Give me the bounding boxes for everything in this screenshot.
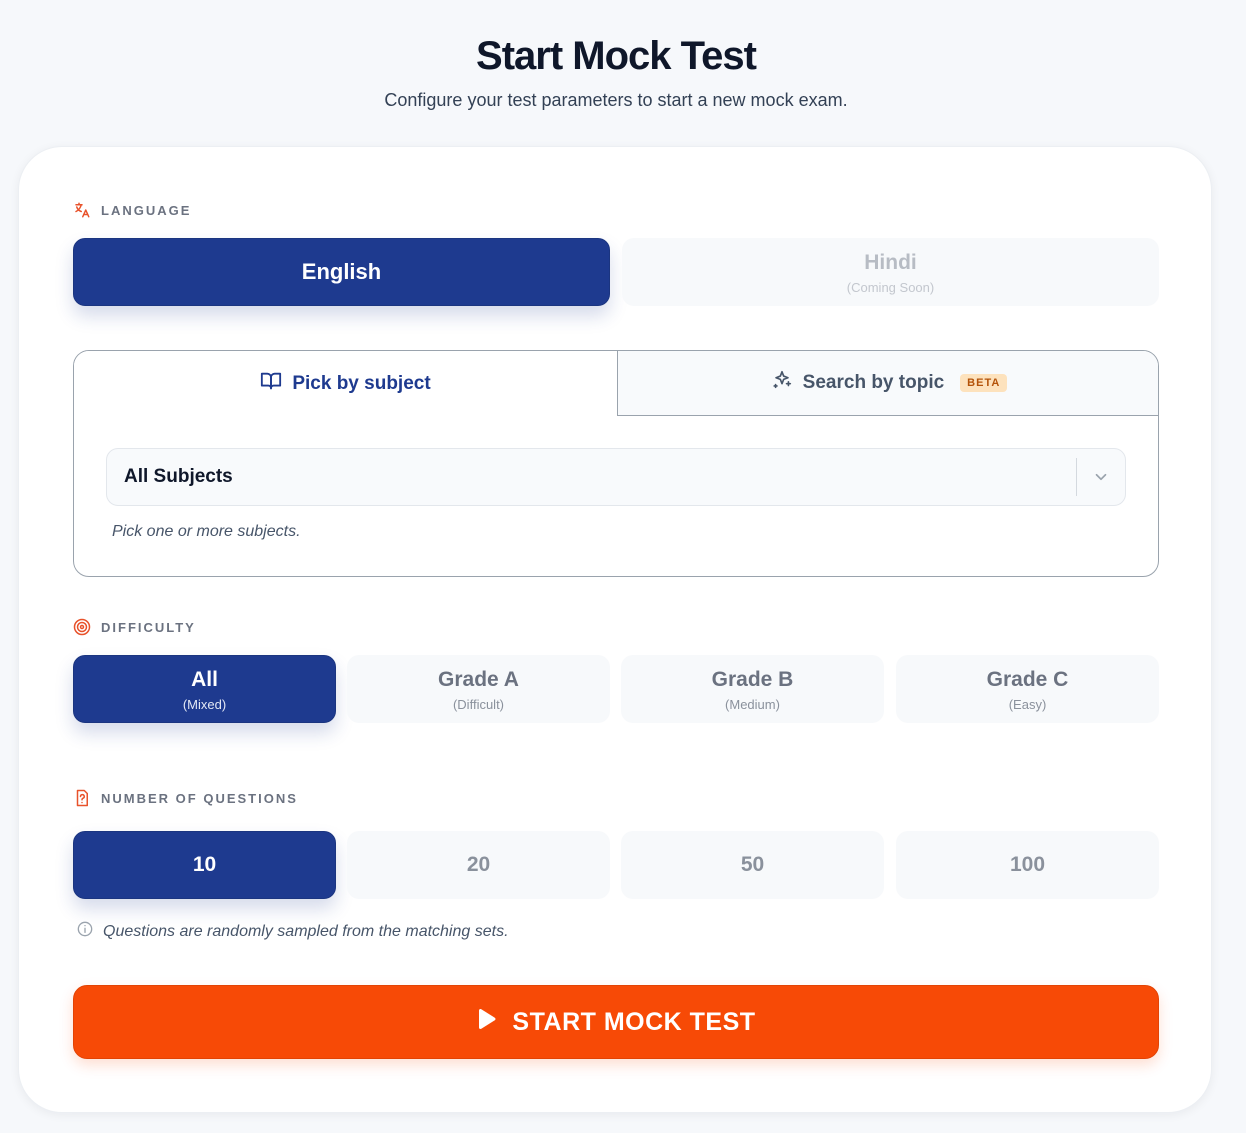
subject-select[interactable]: All Subjects bbox=[106, 448, 1126, 506]
sparkles-icon bbox=[771, 369, 793, 397]
start-mock-test-button[interactable]: START MOCK TEST bbox=[73, 985, 1159, 1059]
question-count-option-20[interactable]: 20 bbox=[347, 831, 610, 899]
question-count-option-label: 50 bbox=[740, 853, 765, 877]
difficulty-option-sub: (Medium) bbox=[725, 697, 780, 713]
language-label-text: LANGUAGE bbox=[101, 202, 192, 218]
play-icon bbox=[476, 1007, 498, 1038]
difficulty-option-sub: (Difficult) bbox=[452, 697, 505, 713]
tab-label: Pick by subject bbox=[292, 372, 431, 394]
tab-pick-by-subject[interactable]: Pick by subject bbox=[74, 351, 617, 416]
target-icon bbox=[73, 618, 91, 636]
subject-helper-text: Pick one or more subjects. bbox=[112, 523, 301, 540]
difficulty-option-grade-c[interactable]: Grade C (Easy) bbox=[896, 655, 1159, 723]
difficulty-option-label: All bbox=[191, 667, 218, 691]
difficulty-option-all[interactable]: All (Mixed) bbox=[73, 655, 336, 723]
info-icon bbox=[77, 921, 93, 942]
question-count-option-label: 100 bbox=[1009, 853, 1046, 877]
difficulty-option-grade-a[interactable]: Grade A (Difficult) bbox=[347, 655, 610, 723]
language-option-hindi[interactable]: Hindi (Coming Soon) bbox=[622, 238, 1159, 306]
difficulty-option-grade-b[interactable]: Grade B (Medium) bbox=[621, 655, 884, 723]
question-count-option-10[interactable]: 10 bbox=[73, 831, 336, 899]
language-option-english[interactable]: English bbox=[73, 238, 610, 306]
question-count-label-text: NUMBER OF QUESTIONS bbox=[101, 790, 298, 806]
difficulty-section-label: DIFFICULTY bbox=[73, 618, 196, 636]
start-button-label: START MOCK TEST bbox=[512, 1007, 756, 1036]
question-count-section-label: NUMBER OF QUESTIONS bbox=[73, 789, 298, 807]
language-option-label: English bbox=[301, 258, 382, 284]
question-count-option-100[interactable]: 100 bbox=[896, 831, 1159, 899]
tab-search-by-topic[interactable]: Search by topic BETA bbox=[617, 351, 1158, 416]
beta-badge: BETA bbox=[960, 374, 1008, 392]
book-open-icon bbox=[260, 370, 282, 398]
config-card: LANGUAGE English Hindi (Coming Soon) Pic… bbox=[18, 146, 1212, 1113]
difficulty-option-label: Grade B bbox=[711, 667, 794, 691]
question-count-option-label: 10 bbox=[192, 853, 217, 877]
page-subtitle: Configure your test parameters to start … bbox=[384, 90, 848, 110]
page-title: Start Mock Test bbox=[476, 34, 757, 78]
sampling-note: Questions are randomly sampled from the … bbox=[77, 921, 509, 942]
language-option-label: Hindi bbox=[864, 250, 917, 274]
tab-label: Search by topic bbox=[802, 372, 945, 393]
difficulty-label-text: DIFFICULTY bbox=[101, 619, 196, 635]
subject-topic-panel: Pick by subject Search by topic BETA All… bbox=[73, 350, 1159, 577]
language-option-sub: (Coming Soon) bbox=[846, 280, 935, 296]
difficulty-option-sub: (Easy) bbox=[1008, 697, 1047, 713]
question-count-option-label: 20 bbox=[466, 853, 491, 877]
question-file-icon bbox=[73, 789, 91, 807]
language-section-label: LANGUAGE bbox=[73, 201, 191, 219]
sampling-note-text: Questions are randomly sampled from the … bbox=[103, 922, 509, 940]
difficulty-option-label: Grade A bbox=[438, 667, 519, 691]
question-count-option-50[interactable]: 50 bbox=[621, 831, 884, 899]
difficulty-option-sub: (Mixed) bbox=[182, 697, 227, 713]
subject-select-value: All Subjects bbox=[124, 466, 233, 487]
chevron-down-icon[interactable] bbox=[1077, 468, 1125, 486]
translate-icon bbox=[73, 201, 91, 219]
difficulty-option-label: Grade C bbox=[986, 667, 1069, 691]
